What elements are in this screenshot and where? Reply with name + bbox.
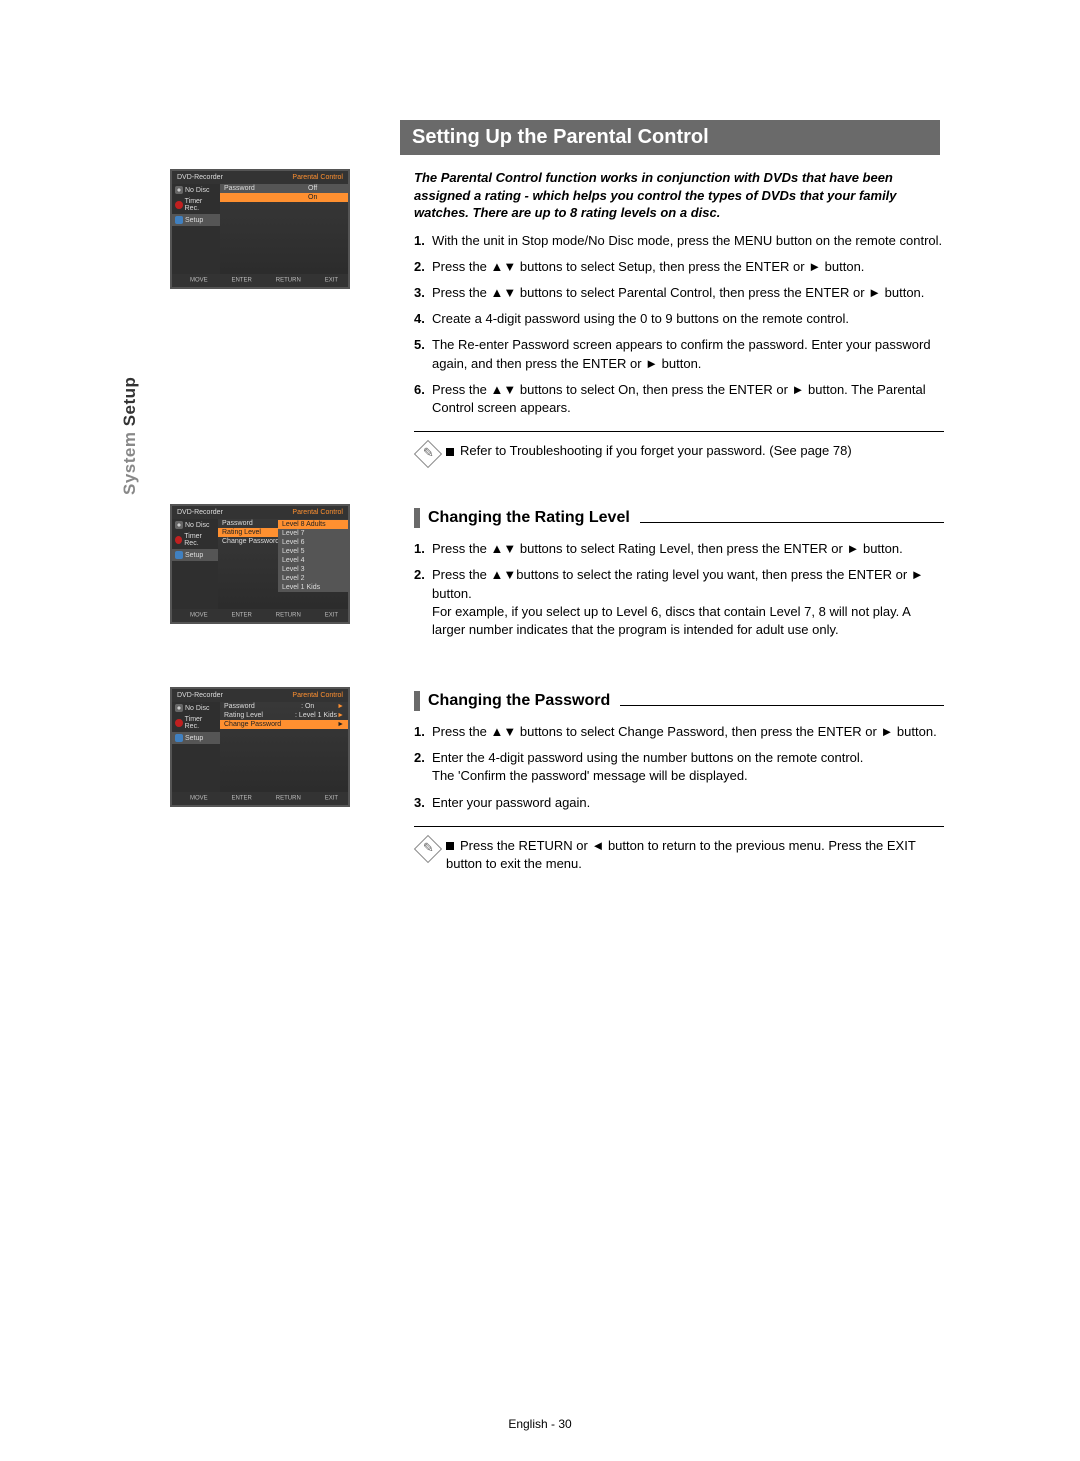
step-3: Press the ▲▼ buttons to select Parental … [414,284,944,302]
timer-icon [175,719,183,727]
osd-subtitle: Parental Control [292,509,343,516]
note-icon [414,835,442,863]
osd-screenshot-2: DVD-Recorder Parental Control No Disc Tim… [170,504,350,624]
rating-steps: Press the ▲▼ buttons to select Rating Le… [414,540,944,639]
osd-footer-return: RETURN [268,277,301,284]
main-steps: With the unit in Stop mode/No Disc mode,… [414,232,944,418]
gear-icon [175,551,183,559]
page-footer: English - 30 [0,1417,1080,1431]
level-5: Level 5 [282,548,305,555]
pw-step-2: Enter the 4-digit password using the num… [414,749,944,785]
nav-nodisc: No Disc [185,187,210,194]
osd-title: DVD-Recorder [177,174,223,181]
osd-footer-move: MOVE [182,277,208,284]
osd-footer-move: MOVE [182,612,208,619]
subhead-rule [640,513,944,523]
subhead-rating: Changing the Rating Level [428,509,630,527]
timer-icon [175,201,183,209]
nav-timer: Timer Rec. [185,716,217,730]
gear-icon [175,734,183,742]
gear-icon [175,216,183,224]
osd-footer-enter: ENTER [224,277,252,284]
osd-footer-return: RETURN [268,612,301,619]
nav-nodisc: No Disc [185,522,210,529]
rating-step-2: Press the ▲▼buttons to select the rating… [414,566,944,639]
osd-screenshot-3: DVD-Recorder Parental Control No Disc Tim… [170,687,350,807]
osd-val-l1k: : Level 1 Kids [291,712,337,719]
note-text-1: Refer to Troubleshooting if you forget y… [446,442,852,464]
pw-step-1: Press the ▲▼ buttons to select Change Pa… [414,723,944,741]
osd-footer-exit: EXIT [317,795,338,802]
osd-footer-return: RETURN [268,795,301,802]
level-7: Level 7 [282,530,305,537]
osd-label-changepw: Change Password [224,721,297,728]
osd-label-rating: Rating Level [224,712,291,719]
intro-text: The Parental Control function works in c… [414,169,944,222]
osd-subtitle: Parental Control [292,692,343,699]
osd-footer-enter: ENTER [224,795,252,802]
osd-footer-enter: ENTER [224,612,252,619]
osd-title: DVD-Recorder [177,692,223,699]
osd-val-on: On [304,194,344,201]
level-6: Level 6 [282,539,305,546]
level-4: Level 4 [282,557,305,564]
subhead-password: Changing the Password [428,692,610,710]
step-5: The Re-enter Password screen appears to … [414,336,944,372]
page-title: Setting Up the Parental Control [400,120,940,155]
note-text-2: Press the RETURN or ◄ button to return t… [446,837,944,873]
osd-footer-move: MOVE [182,795,208,802]
osd-label-password: Password [224,185,304,192]
disc-icon [175,521,183,529]
step-2: Press the ▲▼ buttons to select Setup, th… [414,258,944,276]
nav-timer: Timer Rec. [185,198,217,212]
disc-icon [175,186,183,194]
osd-subtitle: Parental Control [292,174,343,181]
nav-setup: Setup [185,735,203,742]
note-icon [414,440,442,468]
nav-nodisc: No Disc [185,705,210,712]
osd-title: DVD-Recorder [177,509,223,516]
osd-footer-exit: EXIT [317,277,338,284]
osd-screenshot-1: DVD-Recorder Parental Control No Disc Tim… [170,169,350,289]
nav-setup: Setup [185,217,203,224]
subhead-accent [414,691,420,711]
step-1: With the unit in Stop mode/No Disc mode,… [414,232,944,250]
subhead-accent [414,508,420,528]
pw-step-3: Enter your password again. [414,794,944,812]
nav-timer: Timer Rec. [184,533,215,547]
level-1: Level 1 Kids [282,584,320,591]
nav-setup: Setup [185,552,203,559]
step-6: Press the ▲▼ buttons to select On, then … [414,381,944,417]
level-3: Level 3 [282,566,305,573]
step-4: Create a 4-digit password using the 0 to… [414,310,944,328]
osd-label-password: Password [224,703,297,710]
osd-footer-exit: EXIT [317,612,338,619]
level-8: Level 8 Adults [282,521,326,528]
osd-val-off: Off [304,185,344,192]
subhead-rule [620,696,944,706]
password-steps: Press the ▲▼ buttons to select Change Pa… [414,723,944,812]
timer-icon [175,536,182,544]
rating-step-1: Press the ▲▼ buttons to select Rating Le… [414,540,944,558]
osd-val-on: : On [297,703,337,710]
disc-icon [175,704,183,712]
level-2: Level 2 [282,575,305,582]
